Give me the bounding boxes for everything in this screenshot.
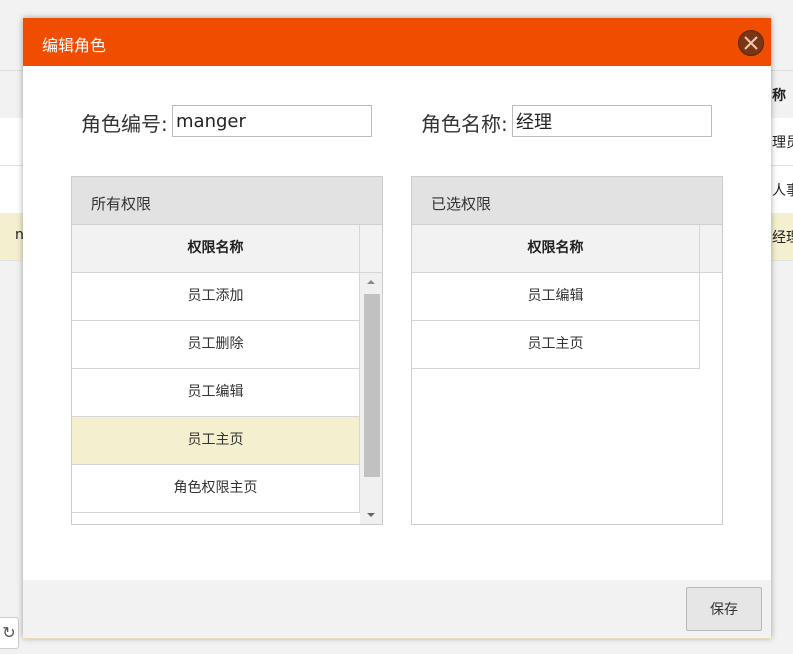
list-item[interactable]: 角色权限主页 xyxy=(72,465,360,513)
selected-permissions-list: 员工编辑 员工主页 xyxy=(412,273,700,369)
permission-name-column-header[interactable]: 权限名称 xyxy=(72,225,360,273)
edit-role-dialog: 编辑角色 角色编号: 角色名称: 所有权限 权限名称 员工添加 员工删除 员工编… xyxy=(23,18,771,639)
save-button[interactable]: 保存 xyxy=(686,587,762,631)
list-item-selected[interactable]: 员工主页 xyxy=(72,417,360,465)
all-permissions-list: 员工添加 员工删除 员工编辑 员工主页 角色权限主页 xyxy=(72,273,360,513)
role-name-label: 角色名称: xyxy=(421,112,508,136)
refresh-icon[interactable]: ↻ xyxy=(0,617,19,649)
role-id-input[interactable] xyxy=(172,105,372,137)
bg-header-cell: 称 xyxy=(772,88,786,104)
close-icon[interactable] xyxy=(738,30,764,56)
bg-cell: 理员 xyxy=(772,135,793,151)
permission-name-column-header[interactable]: 权限名称 xyxy=(412,225,700,273)
all-permissions-panel: 所有权限 权限名称 员工添加 员工删除 员工编辑 员工主页 角色权限主页 xyxy=(71,176,383,525)
selected-permissions-panel: 已选权限 权限名称 员工编辑 员工主页 xyxy=(411,176,723,525)
list-item[interactable]: 员工主页 xyxy=(412,321,700,369)
all-permissions-title: 所有权限 xyxy=(72,177,382,225)
bg-cell: 人事 xyxy=(772,183,793,199)
dialog-title: 编辑角色 xyxy=(42,36,107,55)
header-scroll-pad xyxy=(360,225,382,273)
list-item[interactable]: 员工删除 xyxy=(72,321,360,369)
role-id-label: 角色编号: xyxy=(81,112,168,136)
scroll-thumb[interactable] xyxy=(364,294,380,477)
dialog-footer: 保存 xyxy=(23,580,771,639)
scroll-up-arrow-icon[interactable] xyxy=(360,273,382,291)
role-name-input[interactable] xyxy=(512,105,712,137)
scroll-down-arrow-icon[interactable] xyxy=(360,506,382,524)
list-item[interactable]: 员工编辑 xyxy=(72,369,360,417)
header-scroll-pad xyxy=(700,225,722,273)
selected-permissions-title: 已选权限 xyxy=(412,177,722,225)
dialog-header: 编辑角色 xyxy=(23,18,771,66)
bg-cell: 经理 xyxy=(772,230,793,246)
vertical-scrollbar[interactable] xyxy=(360,273,382,524)
list-item[interactable]: 员工添加 xyxy=(72,273,360,321)
list-item[interactable]: 员工编辑 xyxy=(412,273,700,321)
